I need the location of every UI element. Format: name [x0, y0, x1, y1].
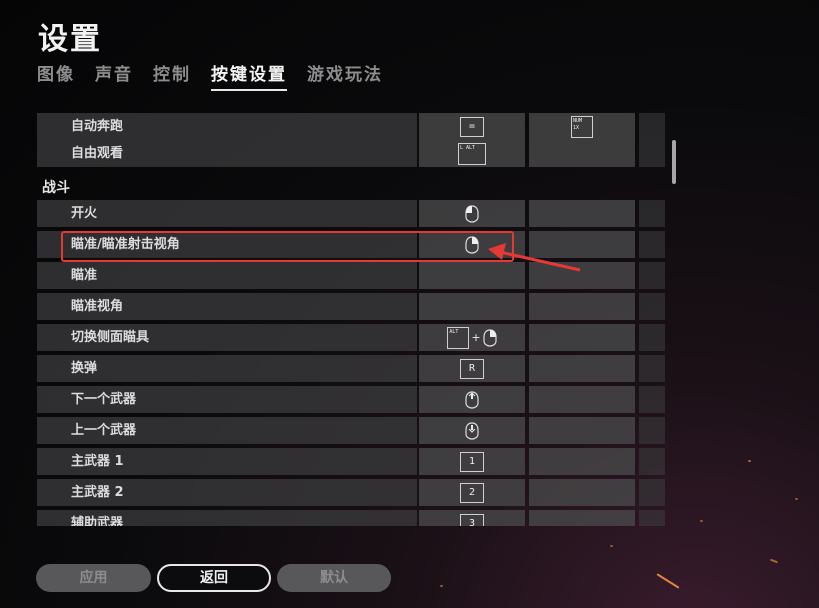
primary-key-slot[interactable] [419, 262, 525, 289]
keybind-row-auto-run[interactable]: 自动奔跑 = NUM 1X [37, 113, 665, 140]
secondary-key-slot[interactable] [529, 417, 635, 444]
row-tail [639, 510, 665, 526]
secondary-key-slot[interactable] [529, 262, 635, 289]
row-label: 切换侧面瞄具 [37, 324, 417, 351]
primary-key-slot[interactable]: = [419, 113, 525, 140]
row-tail [639, 113, 665, 140]
ember [795, 498, 798, 500]
keybind-row-primary-2[interactable]: 主武器 2 2 [37, 479, 665, 506]
ember [700, 520, 703, 522]
secondary-key-slot[interactable] [529, 510, 635, 526]
keybind-row-primary-1[interactable]: 主武器 1 1 [37, 448, 665, 475]
row-label: 主武器 2 [37, 479, 417, 506]
primary-key-slot[interactable]: L ALT [419, 140, 525, 167]
secondary-key-slot[interactable] [529, 479, 635, 506]
primary-key-slot[interactable]: 3 [419, 510, 525, 526]
row-label: 自动奔跑 [37, 113, 417, 140]
keybind-row-reload[interactable]: 换弹 R [37, 355, 665, 382]
apply-button[interactable]: 应用 [36, 564, 151, 592]
tab-graphics[interactable]: 图像 [37, 60, 75, 91]
secondary-key-slot[interactable] [529, 293, 635, 320]
plus-sign: + [471, 331, 481, 344]
mouse-wheel-down-icon [465, 421, 479, 440]
section-header-combat: 战斗 [42, 180, 70, 196]
tab-gameplay[interactable]: 游戏玩法 [307, 60, 383, 91]
page-title: 设置 [38, 22, 102, 57]
keybind-row-aim-view[interactable]: 瞄准视角 [37, 293, 665, 320]
row-label: 瞄准 [37, 262, 417, 289]
row-tail [639, 293, 665, 320]
back-button[interactable]: 返回 [157, 564, 271, 592]
row-tail [639, 355, 665, 382]
keybind-row-free-look[interactable]: 自由观看 L ALT [37, 140, 665, 167]
key-cap: 2 [460, 482, 484, 503]
ember [769, 558, 779, 564]
row-label: 辅助武器 [37, 510, 417, 526]
tab-keybindings[interactable]: 按键设置 [211, 60, 287, 91]
row-tail [639, 417, 665, 444]
ember [656, 573, 680, 589]
primary-key-slot[interactable] [419, 200, 525, 227]
key-cap: 3 [460, 513, 484, 526]
key-cap: 1 [460, 451, 484, 472]
row-tail [639, 231, 665, 258]
row-tail [639, 324, 665, 351]
secondary-key-slot[interactable] [529, 231, 635, 258]
mouse-left-icon [465, 204, 479, 223]
row-label: 换弹 [37, 355, 417, 382]
secondary-key-slot[interactable] [529, 448, 635, 475]
row-tail [639, 140, 665, 167]
keybind-row-fire[interactable]: 开火 [37, 200, 665, 227]
row-label: 瞄准视角 [37, 293, 417, 320]
ember [610, 545, 613, 547]
secondary-key-slot[interactable] [529, 355, 635, 382]
primary-key-slot[interactable] [419, 417, 525, 444]
primary-key-slot[interactable] [419, 386, 525, 413]
key-cap: NUM 1X [571, 115, 593, 138]
key-cap: ALT [447, 326, 470, 349]
keybind-row-aim[interactable]: 瞄准 [37, 262, 665, 289]
ember [748, 460, 751, 462]
scrollbar-thumb[interactable] [672, 140, 676, 184]
default-button[interactable]: 默认 [277, 564, 391, 592]
ember [440, 585, 443, 587]
secondary-key-slot[interactable] [529, 200, 635, 227]
primary-key-slot[interactable]: ALT + [419, 324, 525, 351]
keybind-row-secondary[interactable]: 辅助武器 3 [37, 510, 665, 526]
secondary-key-slot[interactable] [529, 140, 635, 167]
annotation-highlight-box [61, 231, 514, 262]
key-cap: = [460, 116, 484, 137]
row-label: 下一个武器 [37, 386, 417, 413]
row-label: 自由观看 [37, 140, 417, 167]
keybind-row-toggle-canted[interactable]: 切换侧面瞄具 ALT + [37, 324, 665, 351]
primary-key-slot[interactable] [419, 293, 525, 320]
secondary-key-slot[interactable] [529, 324, 635, 351]
tab-audio[interactable]: 声音 [95, 60, 133, 91]
tab-control[interactable]: 控制 [153, 60, 191, 91]
key-cap: R [460, 358, 484, 379]
primary-key-slot[interactable]: R [419, 355, 525, 382]
primary-key-slot[interactable]: 1 [419, 448, 525, 475]
row-tail [639, 448, 665, 475]
row-tail [639, 386, 665, 413]
primary-key-slot[interactable]: 2 [419, 479, 525, 506]
mouse-wheel-up-icon [465, 390, 479, 409]
row-tail [639, 200, 665, 227]
keybinding-list: 自动奔跑 = NUM 1X 自由观看 L ALT 战斗 开火 瞄准/瞄准射击视角… [37, 113, 665, 526]
keybind-row-next-weapon[interactable]: 下一个武器 [37, 386, 665, 413]
row-tail [639, 262, 665, 289]
mouse-right-icon [483, 328, 497, 347]
secondary-key-slot[interactable]: NUM 1X [529, 113, 635, 140]
key-combo: ALT + [447, 326, 497, 349]
secondary-key-slot[interactable] [529, 386, 635, 413]
keybind-row-prev-weapon[interactable]: 上一个武器 [37, 417, 665, 444]
key-cap: L ALT [458, 142, 486, 165]
row-label: 开火 [37, 200, 417, 227]
row-tail [639, 479, 665, 506]
row-label: 上一个武器 [37, 417, 417, 444]
tab-bar: 图像 声音 控制 按键设置 游戏玩法 [37, 60, 383, 91]
row-label: 主武器 1 [37, 448, 417, 475]
